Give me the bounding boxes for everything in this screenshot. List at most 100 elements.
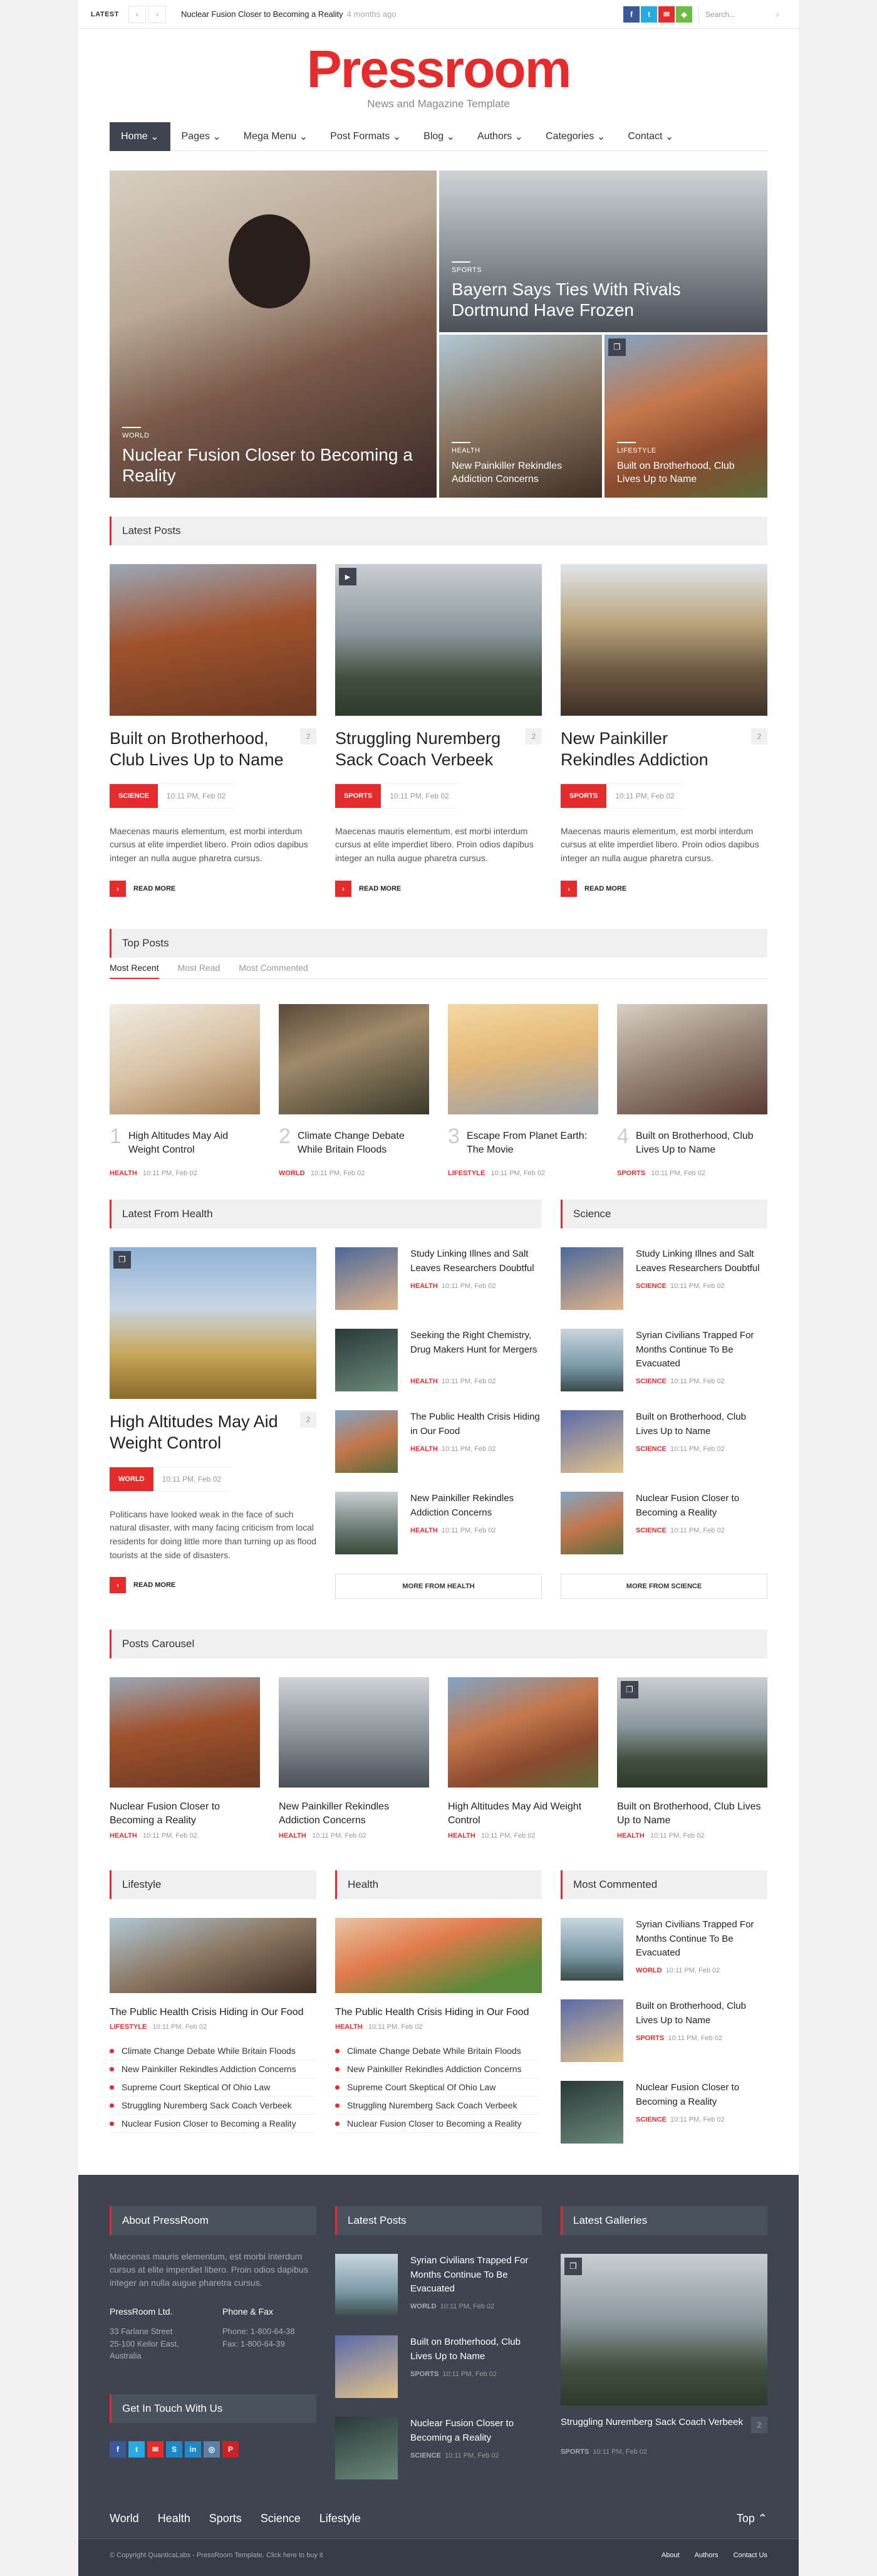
read-more-button[interactable]: › READ MORE <box>110 880 316 897</box>
post-image[interactable] <box>279 1677 429 1788</box>
post-title[interactable]: Syrian Civilians Trapped For Months Cont… <box>636 1918 767 1961</box>
post-title[interactable]: Built on Brotherhood, Club Lives Up to N… <box>617 1800 767 1828</box>
list-item[interactable]: Nuclear Fusion Closer to Becoming a Real… <box>335 2115 542 2134</box>
category-tag[interactable]: SCIENCE <box>636 1378 667 1385</box>
thumb-image[interactable] <box>335 1492 398 1554</box>
post-title[interactable]: The Public Health Crisis Hiding in Our F… <box>335 2006 542 2019</box>
thumb-image[interactable] <box>561 1247 623 1310</box>
ticker-headline[interactable]: Nuclear Fusion Closer to Becoming a Real… <box>181 9 343 19</box>
post-title[interactable]: New Painkiller Rekindles Addiction Conce… <box>279 1800 429 1828</box>
footer-link-lifestyle[interactable]: Lifestyle <box>319 2512 361 2525</box>
category-tag[interactable]: HEALTH <box>448 1832 475 1840</box>
category-tag[interactable]: HEALTH <box>110 1832 137 1840</box>
comment-count[interactable]: 2 <box>300 728 316 745</box>
post-title[interactable]: High Altitudes May Aid Weight Control <box>128 1129 260 1158</box>
category-tag[interactable]: SCIENCE <box>636 2116 667 2123</box>
tab-most-commented[interactable]: Most Commented <box>239 960 308 979</box>
category-tag[interactable]: HEALTH <box>410 1527 438 1534</box>
instagram-icon[interactable]: ◎ <box>204 2441 220 2458</box>
post-title[interactable]: High Altitudes May Aid Weight Control <box>448 1800 598 1828</box>
category-tag[interactable]: SCIENCE <box>110 783 158 808</box>
post-image[interactable] <box>279 1004 429 1114</box>
read-more-button[interactable]: › READ MORE <box>110 1577 316 1594</box>
thumb-image[interactable] <box>561 1410 623 1473</box>
comment-count[interactable]: 2 <box>300 1411 316 1428</box>
category-tag[interactable]: WORLD <box>410 2303 437 2310</box>
list-item[interactable]: Supreme Court Skeptical Of Ohio Law <box>335 2078 542 2097</box>
thumb-image[interactable] <box>561 2081 623 2144</box>
nav-authors[interactable]: Authors ⌄ <box>466 122 534 151</box>
post-title[interactable]: Nuclear Fusion Closer to Becoming a Real… <box>110 1800 260 1828</box>
category-tag[interactable]: SCIENCE <box>636 1282 667 1290</box>
post-image[interactable] <box>110 1004 260 1114</box>
category-tag[interactable]: HEALTH <box>410 1282 438 1290</box>
category-tag[interactable]: HEALTH <box>279 1832 306 1840</box>
hero-main[interactable]: WORLD Nuclear Fusion Closer to Becoming a… <box>110 170 437 498</box>
post-image[interactable]: ▶ <box>335 564 542 716</box>
post-image[interactable] <box>110 564 316 716</box>
category-tag[interactable]: HEALTH <box>335 2023 363 2031</box>
category-tag[interactable]: WORLD <box>636 1967 662 1974</box>
mail-icon[interactable]: ✉ <box>658 6 675 23</box>
post-title[interactable]: Syrian Civilians Trapped For Months Cont… <box>410 2254 542 2296</box>
nav-pages[interactable]: Pages ⌄ <box>170 122 232 151</box>
category-tag[interactable]: WORLD <box>279 1170 305 1177</box>
nav-contact[interactable]: Contact ⌄ <box>616 122 685 151</box>
logo-title[interactable]: Pressroom <box>78 43 799 95</box>
hero-title[interactable]: Nuclear Fusion Closer to Becoming a Real… <box>122 444 424 486</box>
thumb-image[interactable] <box>335 2417 398 2479</box>
category-tag[interactable]: HEALTH <box>110 1170 137 1177</box>
list-item[interactable]: Supreme Court Skeptical Of Ohio Law <box>110 2078 316 2097</box>
comment-count[interactable]: 2 <box>751 728 767 745</box>
category-tag[interactable]: SCIENCE <box>636 1527 667 1534</box>
category-tag[interactable]: SCIENCE <box>636 1445 667 1453</box>
search-icon[interactable]: ⌕ <box>776 10 780 19</box>
category-tag[interactable]: SPORTS <box>410 2370 438 2378</box>
post-title[interactable]: Built on Brotherhood, Club Lives Up to N… <box>410 2335 542 2364</box>
hero-title[interactable]: Built on Brotherhood, Club Lives Up to N… <box>617 459 755 486</box>
post-image[interactable] <box>617 1004 767 1114</box>
thumb-image[interactable] <box>335 2335 398 2398</box>
post-title[interactable]: Nuclear Fusion Closer to Becoming a Real… <box>410 2417 542 2445</box>
nav-mega-menu[interactable]: Mega Menu ⌄ <box>232 122 319 151</box>
facebook-icon[interactable]: f <box>110 2441 126 2458</box>
logo[interactable]: Pressroom News and Magazine Template <box>78 29 799 129</box>
read-more-button[interactable]: › READ MORE <box>561 880 767 897</box>
read-more-button[interactable]: › READ MORE <box>335 880 542 897</box>
thumb-image[interactable] <box>335 1329 398 1391</box>
category-tag[interactable]: HEALTH <box>410 1378 438 1385</box>
category-tag[interactable]: HEALTH <box>410 1445 438 1453</box>
thumb-image[interactable] <box>561 1918 623 1981</box>
next-arrow-icon[interactable]: › <box>148 5 166 23</box>
post-title[interactable]: Built on Brotherhood, Club Lives Up to N… <box>636 1999 767 2028</box>
comment-count[interactable]: 2 <box>751 2417 767 2433</box>
list-item[interactable]: Struggling Nuremberg Sack Coach Verbeek <box>110 2097 316 2115</box>
gallery-title[interactable]: Struggling Nuremberg Sack Coach Verbeek <box>561 2416 749 2429</box>
list-item[interactable]: Climate Change Debate While Britain Floo… <box>335 2042 542 2061</box>
hero-title[interactable]: Bayern Says Ties With Rivals Dortmund Ha… <box>452 279 755 321</box>
hero-top-right[interactable]: SPORTS Bayern Says Ties With Rivals Dortm… <box>439 170 767 332</box>
post-title[interactable]: New Painkiller Rekindles Addiction Conce… <box>410 1492 542 1520</box>
comment-count[interactable]: 2 <box>526 728 542 745</box>
nav-categories[interactable]: Categories ⌄ <box>534 122 616 151</box>
thumb-image[interactable] <box>561 1329 623 1391</box>
post-title[interactable]: The Public Health Crisis Hiding in Our F… <box>110 2006 316 2019</box>
footer-link-about[interactable]: About <box>662 2552 680 2559</box>
twitter-icon[interactable]: t <box>128 2441 145 2458</box>
facebook-icon[interactable]: f <box>623 6 640 23</box>
thumb-image[interactable] <box>335 1247 398 1310</box>
post-title[interactable]: High Altitudes May Aid Weight Control <box>110 1412 278 1452</box>
footer-link-health[interactable]: Health <box>158 2512 190 2525</box>
envato-icon[interactable]: ◆ <box>676 6 692 23</box>
post-title[interactable]: Built on Brotherhood, Club Lives Up to N… <box>636 1129 767 1158</box>
post-title[interactable]: Study Linking Illnes and Salt Leaves Res… <box>636 1247 767 1275</box>
footer-link-world[interactable]: World <box>110 2512 139 2525</box>
back-to-top-button[interactable]: Top ⌃ <box>737 2512 767 2525</box>
search-input[interactable]: Search... ⌕ <box>698 5 786 24</box>
post-title[interactable]: Syrian Civilians Trapped For Months Cont… <box>636 1329 767 1371</box>
tab-most-recent[interactable]: Most Recent <box>110 960 159 979</box>
twitter-icon[interactable]: t <box>641 6 657 23</box>
post-title[interactable]: Nuclear Fusion Closer to Becoming a Real… <box>636 2081 767 2109</box>
category-tag[interactable]: SPORTS <box>561 783 607 808</box>
post-title[interactable]: Nuclear Fusion Closer to Becoming a Real… <box>636 1492 767 1520</box>
